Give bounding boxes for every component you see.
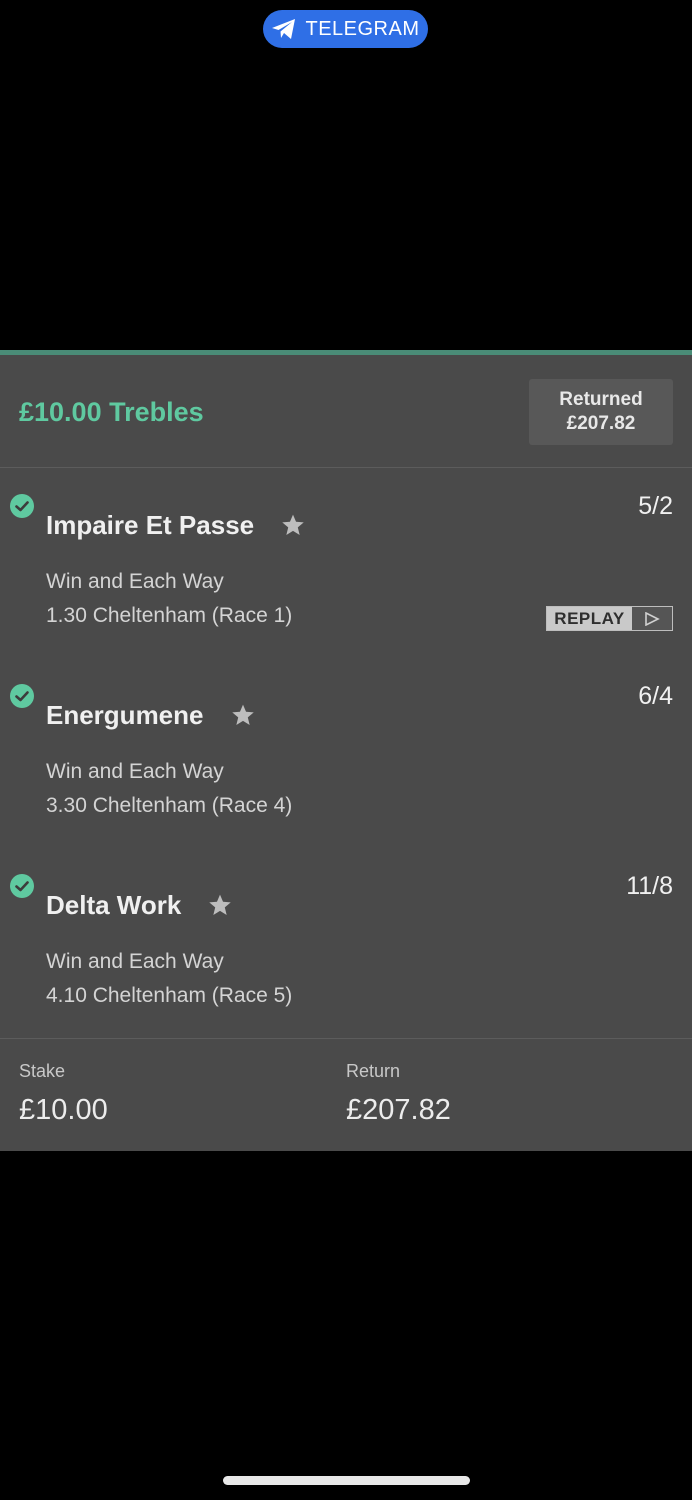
play-icon [632,607,672,630]
selection-race: 3.30 Cheltenham (Race 4) [46,794,293,817]
selection-name: Delta Work [46,890,233,921]
selection-market: Win and Each Way [46,950,224,973]
return-label: Return [346,1061,401,1081]
selection-odds: 6/4 [638,682,673,710]
stake-summary: Stake £10.00 [19,1061,108,1127]
selection-name-text: Delta Work [46,890,182,920]
returned-amount: £207.82 [566,413,636,434]
returned-label: Returned [559,389,643,410]
star-icon[interactable] [280,513,306,538]
selection-item: Delta Work 11/8 Win and Each Way 4.10 Ch… [0,848,692,1038]
bet-card-footer: Stake £10.00 Return £207.82 [0,1038,692,1151]
selection-race: 4.10 Cheltenham (Race 5) [46,984,293,1007]
star-icon[interactable] [230,703,256,728]
star-icon[interactable] [207,893,233,918]
check-circle-icon [10,494,34,518]
telegram-banner-label: TELEGRAM [305,17,420,40]
return-value: £207.82 [346,1094,451,1126]
home-indicator[interactable] [223,1476,470,1485]
replay-label: REPLAY [547,607,632,630]
selection-item: Impaire Et Passe 5/2 Win and Each Way 1.… [0,468,692,658]
check-circle-icon [10,874,34,898]
selection-race: 1.30 Cheltenham (Race 1) [46,604,293,627]
stake-value: £10.00 [19,1094,108,1126]
screen: TELEGRAM £10.00 Trebles Returned £207.82… [0,0,692,1500]
selection-odds: 11/8 [626,872,673,900]
selection-market: Win and Each Way [46,760,224,783]
check-circle-icon [10,684,34,708]
selection-name: Impaire Et Passe [46,510,306,541]
selection-odds: 5/2 [638,492,673,520]
bet-title: £10.00 Trebles [19,397,204,427]
stake-label: Stake [19,1061,66,1081]
bet-card: £10.00 Trebles Returned £207.82 Impaire … [0,350,692,1151]
selection-name-text: Impaire Et Passe [46,510,255,540]
selection-name: Energumene [46,700,256,731]
selection-name-text: Energumene [46,700,204,730]
telegram-banner-button[interactable]: TELEGRAM [263,10,428,48]
selection-item: Energumene 6/4 Win and Each Way 3.30 Che… [0,658,692,848]
bet-card-header: £10.00 Trebles Returned £207.82 [0,355,692,468]
replay-button[interactable]: REPLAY [546,606,673,631]
return-summary: Return £207.82 [346,1061,451,1127]
returned-badge: Returned £207.82 [529,379,673,445]
selection-market: Win and Each Way [46,570,224,593]
telegram-plane-icon [272,19,296,39]
